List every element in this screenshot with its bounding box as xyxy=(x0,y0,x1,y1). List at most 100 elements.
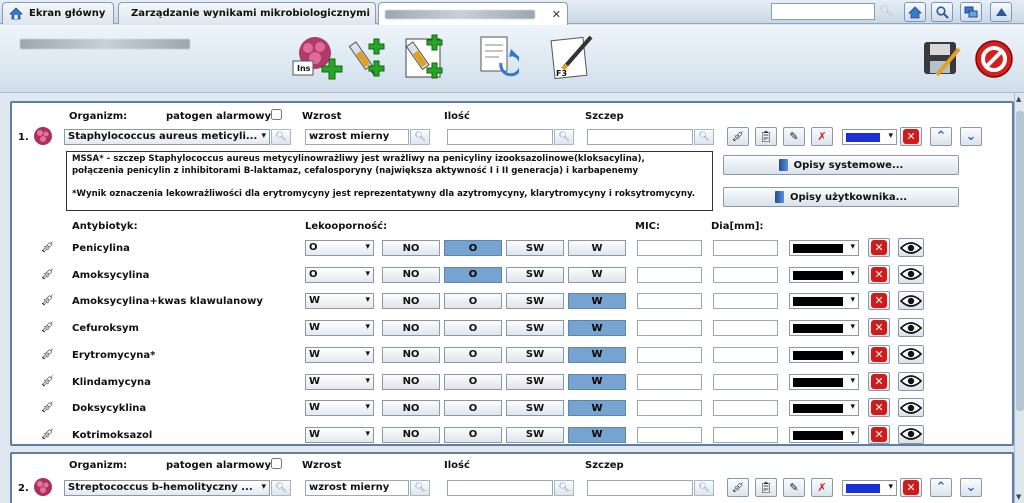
vertical-scrollbar[interactable]: ▲ ▼ xyxy=(1014,93,1024,503)
resistance-button-sw[interactable]: SW xyxy=(506,320,564,337)
toggle-visibility-button[interactable] xyxy=(898,318,924,338)
search-button[interactable] xyxy=(931,2,953,22)
dia-input[interactable] xyxy=(713,293,778,310)
strain-lookup-button[interactable]: 🔍︎ xyxy=(694,480,714,496)
quantity-lookup-button[interactable]: 🔍︎ xyxy=(554,480,574,496)
resistance-button-sw[interactable]: SW xyxy=(506,426,564,443)
quantity-lookup-button[interactable]: 🔍︎ xyxy=(554,129,574,145)
remove-organism-button[interactable]: ✕ xyxy=(900,127,922,146)
row-color-select[interactable]: ▾ xyxy=(789,426,859,443)
edit-note-button[interactable]: ✎ xyxy=(783,478,805,497)
resistance-button-no[interactable]: NO xyxy=(382,373,440,390)
dia-input[interactable] xyxy=(713,346,778,363)
quantity-input[interactable] xyxy=(447,129,553,145)
row-color-select[interactable]: ▾ xyxy=(789,240,859,256)
resistance-button-o[interactable]: O xyxy=(444,373,502,390)
edit-note-button[interactable]: ✎ xyxy=(783,127,805,146)
organism-lookup-button[interactable]: 🔍︎ xyxy=(271,480,291,496)
move-down-button[interactable]: ⌄ xyxy=(960,478,982,497)
remove-antibiotic-button[interactable]: ✕ xyxy=(868,291,890,311)
resistance-select[interactable]: W ▾ xyxy=(305,426,374,443)
toggle-visibility-button[interactable] xyxy=(898,238,924,257)
resistance-button-no[interactable]: NO xyxy=(382,400,440,417)
strain-input[interactable] xyxy=(587,480,693,496)
tab-patient[interactable]: ✕ xyxy=(378,2,568,25)
mic-input[interactable] xyxy=(637,240,702,256)
toggle-visibility-button[interactable] xyxy=(898,398,924,418)
close-icon[interactable]: ✕ xyxy=(370,7,375,20)
tab-microbiology[interactable]: Zarządzanie wynikami mikrobiologicznymi … xyxy=(118,2,376,24)
dia-input[interactable] xyxy=(713,266,778,283)
mic-input[interactable] xyxy=(637,426,702,443)
resistance-button-w[interactable]: W xyxy=(568,426,626,443)
resistance-button-no[interactable]: NO xyxy=(382,266,440,283)
toggle-visibility-button[interactable] xyxy=(898,424,924,444)
toggle-visibility-button[interactable] xyxy=(898,291,924,311)
resistance-select[interactable]: W ▾ xyxy=(305,373,374,390)
syringe-button[interactable]: 💉︎ xyxy=(727,478,749,497)
growth-input[interactable]: wzrost mierny xyxy=(305,480,409,496)
resistance-button-o[interactable]: O xyxy=(444,400,502,417)
toggle-visibility-button[interactable] xyxy=(898,371,924,391)
growth-input[interactable]: wzrost mierny xyxy=(305,129,409,145)
resistance-button-o[interactable]: O xyxy=(444,426,502,443)
remove-antibiotic-button[interactable]: ✕ xyxy=(868,344,890,364)
organism-select[interactable]: Streptococcus b-hemolityczny ... ▾ xyxy=(64,480,270,496)
row-color-select[interactable]: ▾ xyxy=(789,400,859,417)
save-button[interactable] xyxy=(919,37,963,81)
remove-antibiotic-button[interactable]: ✕ xyxy=(868,264,890,284)
remove-organism-button[interactable]: ✕ xyxy=(900,478,922,497)
syringe-button[interactable]: 💉︎ xyxy=(727,127,749,146)
dia-input[interactable] xyxy=(713,373,778,390)
delete-note-button[interactable]: ✗ xyxy=(811,478,833,497)
add-antibiogram-button[interactable] xyxy=(398,33,448,83)
alarm-pathogen-checkbox[interactable] xyxy=(271,109,282,120)
resistance-button-w[interactable]: W xyxy=(568,240,626,256)
organism-color-select[interactable]: ▾ xyxy=(842,480,897,496)
tab-home[interactable]: Ekran główny xyxy=(2,2,114,24)
resistance-button-o[interactable]: O xyxy=(444,266,502,283)
dia-input[interactable] xyxy=(713,320,778,337)
edit-f3-button[interactable]: F3 xyxy=(549,33,597,83)
row-color-select[interactable]: ▾ xyxy=(789,373,859,390)
resistance-button-w[interactable]: W xyxy=(568,293,626,310)
document-refresh-button[interactable] xyxy=(475,33,519,83)
resistance-button-sw[interactable]: SW xyxy=(506,400,564,417)
resistance-button-o[interactable]: O xyxy=(444,240,502,256)
resistance-button-o[interactable]: O xyxy=(444,346,502,363)
home-button[interactable] xyxy=(904,2,926,22)
row-color-select[interactable]: ▾ xyxy=(789,266,859,283)
move-down-button[interactable]: ⌄ xyxy=(960,127,982,146)
add-antibiotic-button[interactable] xyxy=(347,33,389,83)
remove-antibiotic-button[interactable]: ✕ xyxy=(868,318,890,338)
resistance-button-sw[interactable]: SW xyxy=(506,266,564,283)
user-descriptions-button[interactable]: Opisy użytkownika... xyxy=(723,187,959,207)
scroll-down-icon[interactable]: ▼ xyxy=(1016,493,1021,501)
close-icon[interactable]: ✕ xyxy=(546,8,561,21)
resistance-button-no[interactable]: NO xyxy=(382,320,440,337)
organism-color-select[interactable]: ▾ xyxy=(842,129,897,145)
mic-input[interactable] xyxy=(637,346,702,363)
row-color-select[interactable]: ▾ xyxy=(789,346,859,363)
resistance-select[interactable]: W ▾ xyxy=(305,293,374,310)
resistance-button-no[interactable]: NO xyxy=(382,240,440,256)
mic-input[interactable] xyxy=(637,373,702,390)
collapse-button[interactable] xyxy=(990,2,1012,22)
resistance-select[interactable]: W ▾ xyxy=(305,320,374,337)
resistance-select[interactable]: W ▾ xyxy=(305,346,374,363)
growth-lookup-button[interactable]: 🔍︎ xyxy=(410,129,430,145)
resistance-select[interactable]: W ▾ xyxy=(305,400,374,417)
resistance-select[interactable]: O ▾ xyxy=(305,240,374,256)
row-color-select[interactable]: ▾ xyxy=(789,293,859,310)
strain-input[interactable] xyxy=(587,129,693,145)
resistance-button-no[interactable]: NO xyxy=(382,346,440,363)
resistance-button-w[interactable]: W xyxy=(568,266,626,283)
delete-note-button[interactable]: ✗ xyxy=(811,127,833,146)
remove-antibiotic-button[interactable]: ✕ xyxy=(868,398,890,418)
mic-input[interactable] xyxy=(637,293,702,310)
mic-input[interactable] xyxy=(637,320,702,337)
resistance-button-sw[interactable]: SW xyxy=(506,346,564,363)
resistance-button-w[interactable]: W xyxy=(568,373,626,390)
mic-input[interactable] xyxy=(637,266,702,283)
mic-input[interactable] xyxy=(637,400,702,417)
